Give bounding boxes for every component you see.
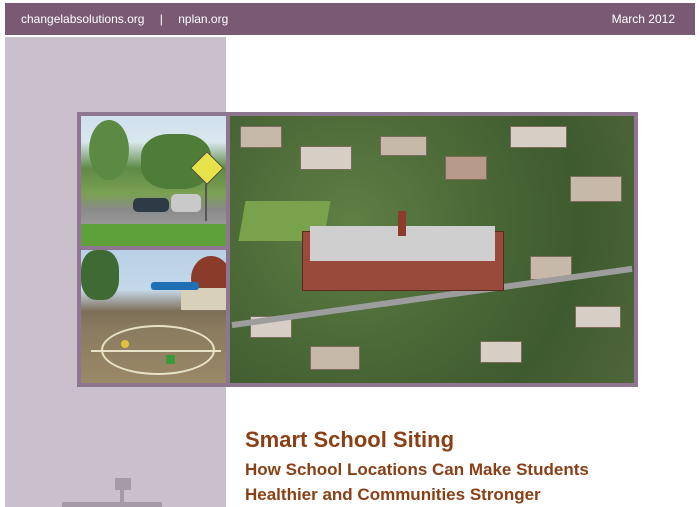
subtitle-line-1: How School Locations Can Make Students [245, 460, 589, 479]
header-links: changelabsolutions.org | nplan.org [21, 12, 228, 26]
cover-subtitle: How School Locations Can Make Students H… [245, 457, 589, 507]
cover-page: changelabsolutions.org | nplan.org March… [0, 0, 700, 507]
cover-title: Smart School Siting [245, 427, 455, 452]
header-bar: changelabsolutions.org | nplan.org March… [5, 3, 695, 35]
publication-date: March 2012 [611, 12, 675, 26]
photo-school-crossing [81, 116, 226, 246]
organization-logo-icon [62, 478, 162, 507]
subtitle-line-2: Healthier and Communities Stronger [245, 485, 541, 504]
link-changelabsolutions[interactable]: changelabsolutions.org [21, 12, 144, 26]
header-separator: | [159, 12, 163, 26]
photo-playground [81, 250, 226, 383]
link-nplan[interactable]: nplan.org [178, 12, 228, 26]
photo-aerial-school [230, 116, 634, 383]
